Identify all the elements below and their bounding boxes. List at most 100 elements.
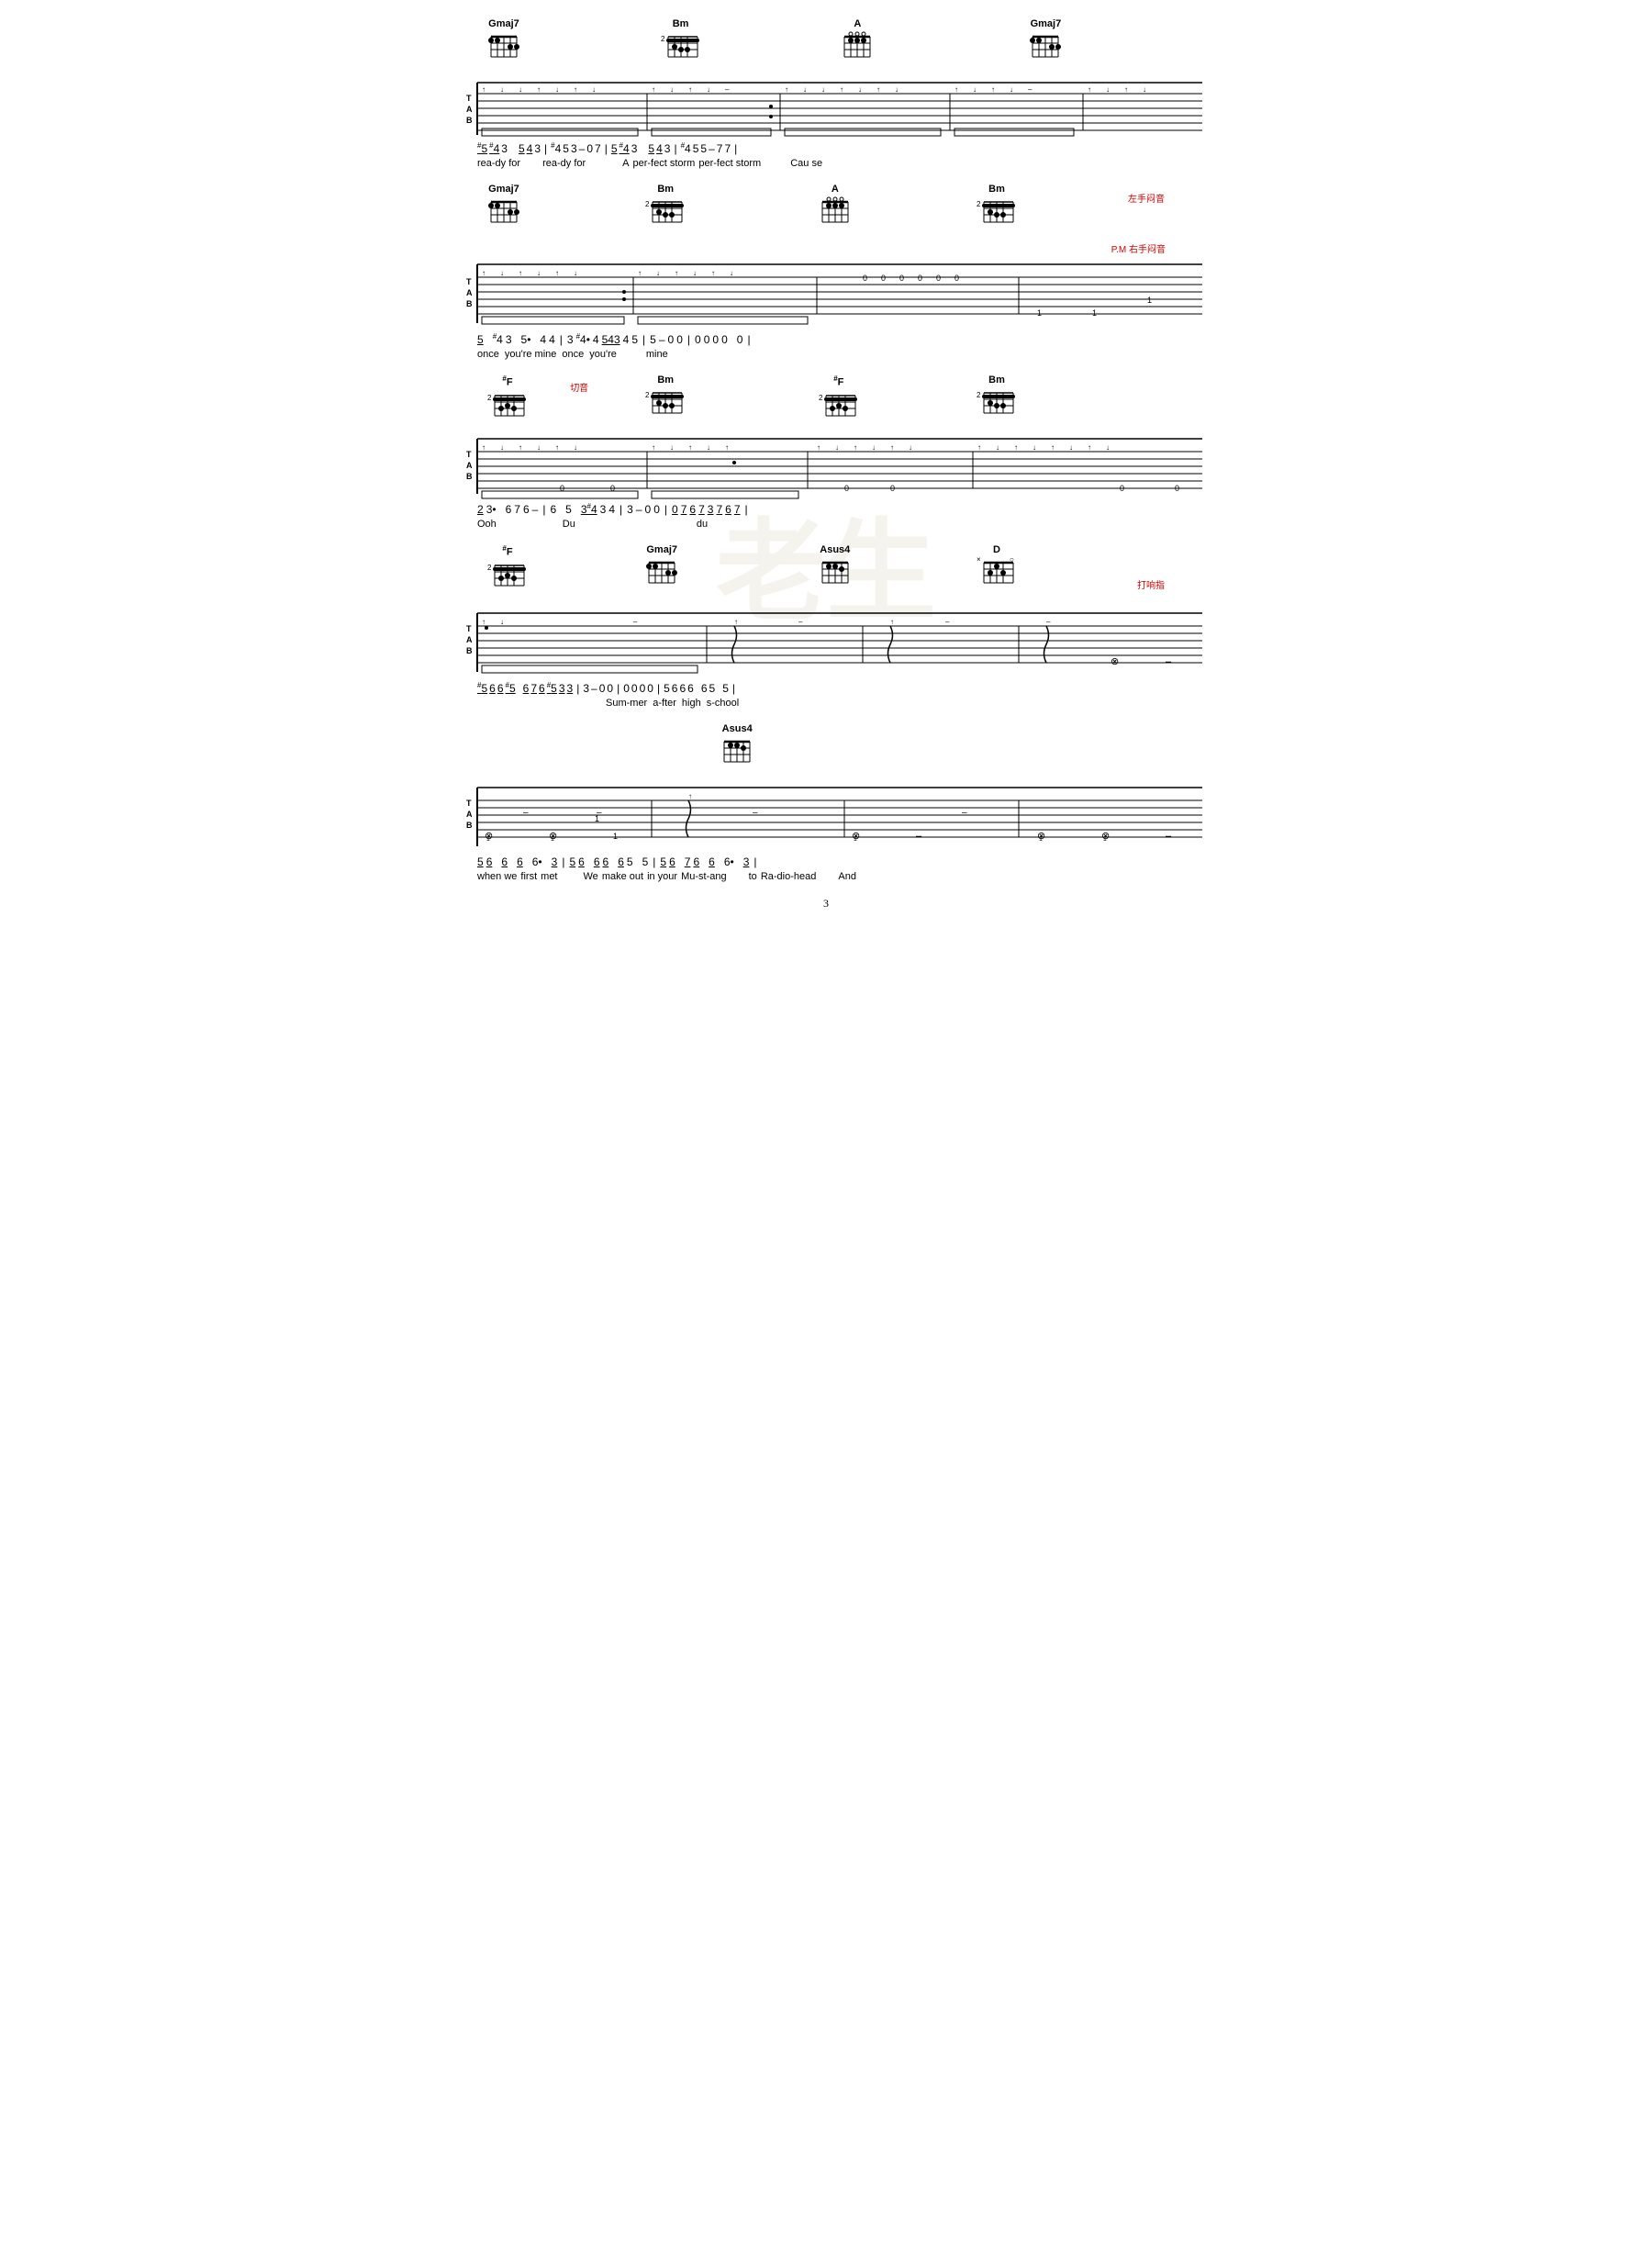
svg-text:↑: ↑ — [537, 85, 541, 94]
svg-text:↓: ↓ — [707, 85, 710, 94]
chord-f-sharp-3: #F 2 — [487, 544, 528, 589]
section-4: #F 2 — [450, 544, 1202, 714]
svg-text:↑: ↑ — [1014, 443, 1018, 452]
chord-bm-5: Bm 2 — [977, 374, 1017, 417]
svg-text:2: 2 — [645, 200, 650, 208]
svg-text:↑: ↑ — [519, 443, 522, 452]
chord-f-sharp-1: #F 2 — [487, 374, 528, 419]
svg-text:1: 1 — [1092, 308, 1097, 318]
svg-text:↑: ↑ — [711, 269, 715, 277]
svg-text:↓: ↓ — [835, 443, 839, 452]
lyrics-1: rea-dy for rea-dy for A per-fect storm p… — [450, 157, 1202, 174]
notation-4: #5 6 6 #5 6 7 6 #5 3 3 | 3 – 0 0 | 0 0 0 — [450, 679, 1202, 697]
svg-text:↑: ↑ — [638, 269, 642, 277]
chord-bm-1: Bm 2 — [661, 18, 701, 61]
chord-gmaj7-3: Gmaj7 — [487, 184, 520, 226]
svg-text:↑: ↑ — [817, 443, 820, 452]
section-1: Gmaj7 — [450, 18, 1202, 174]
svg-text:↓: ↓ — [1143, 85, 1146, 94]
svg-text:↓: ↓ — [670, 85, 674, 94]
svg-text:↑: ↑ — [675, 269, 678, 277]
svg-text:–: – — [753, 808, 758, 818]
svg-text:↑: ↑ — [555, 269, 559, 277]
svg-text:↓: ↓ — [537, 269, 541, 277]
tab-staff-3: T A B ↑ ↓ ↑ ↓ ↑ ↓ ↑ ↓ ↑ ↓ — [450, 431, 1202, 500]
svg-text:A: A — [466, 105, 473, 114]
svg-text:2: 2 — [819, 394, 823, 402]
svg-text:↑: ↑ — [725, 443, 729, 452]
svg-text:2: 2 — [487, 564, 492, 572]
svg-text:–: – — [1028, 85, 1032, 94]
chord-gmaj7-2: Gmaj7 — [1029, 18, 1062, 61]
svg-text:1: 1 — [1103, 836, 1107, 843]
svg-text:B: B — [466, 472, 473, 481]
svg-text:0: 0 — [1120, 484, 1124, 493]
svg-text:1: 1 — [1147, 296, 1152, 305]
svg-text:–: – — [1046, 618, 1051, 626]
svg-text:↓: ↓ — [803, 85, 807, 94]
pm-annotation: P.M 右手闷音 — [450, 240, 1202, 257]
svg-text:–: – — [725, 85, 730, 94]
chord-bm-2: Bm 2 — [645, 184, 686, 226]
svg-text:T: T — [466, 799, 472, 808]
svg-text:↑: ↑ — [734, 618, 738, 626]
svg-text:↓: ↓ — [1010, 85, 1013, 94]
notation-1: #5 #4 3 5 4 3 | #4 5 3 – 0 7 | 5 #4 3 5 — [450, 140, 1202, 157]
svg-text:0: 0 — [881, 274, 886, 283]
tab-staff-2: T A B ↑ ↓ ↑ ↓ ↑ ↓ ↑ ↓ ↑ — [450, 257, 1202, 330]
chord-bm-3: Bm 2 — [977, 184, 1017, 226]
svg-text:T: T — [466, 277, 472, 286]
svg-text:↑: ↑ — [482, 269, 486, 277]
svg-text:0: 0 — [954, 274, 959, 283]
qieyin-annotation: 切音 — [570, 379, 588, 396]
svg-text:×: × — [977, 555, 981, 564]
svg-text:–: – — [945, 618, 950, 626]
tab-staff-1: T A B ↑ ↓ ↓ ↑ ↓ ↑ — [450, 75, 1202, 140]
svg-text:↓: ↓ — [656, 269, 660, 277]
lyrics-4: Sum-mer a-fter high s-chool — [450, 697, 1202, 714]
svg-text:0: 0 — [890, 484, 895, 493]
svg-text:↓: ↓ — [574, 443, 577, 452]
svg-text:↑: ↑ — [652, 85, 655, 94]
svg-text:↑: ↑ — [954, 85, 958, 94]
tab-staff-4: T A B ↑ ↓ – ↑ – — [450, 606, 1202, 679]
svg-text:–: – — [523, 808, 529, 818]
svg-text:↓: ↓ — [821, 85, 825, 94]
svg-text:↓: ↓ — [909, 443, 912, 452]
svg-text:↑: ↑ — [977, 443, 981, 452]
svg-text:–: – — [962, 808, 967, 818]
svg-text:0: 0 — [1175, 484, 1179, 493]
chord-bm-4: Bm 2 — [645, 374, 686, 417]
svg-text:–: – — [633, 618, 638, 626]
chord-gmaj7-1: Gmaj7 — [487, 18, 520, 61]
svg-text:2: 2 — [487, 394, 492, 402]
svg-text:1: 1 — [1037, 308, 1042, 318]
svg-text:⊗: ⊗ — [1111, 656, 1119, 667]
sheet-music-page: 老生 Gmaj7 — [413, 0, 1239, 1124]
notation-2: 5 #4 3 5• 4 4 | 3 #4• 4 543 4 5 | 5 – 0 — [450, 330, 1202, 348]
svg-text:↓: ↓ — [537, 443, 541, 452]
lyrics-2: once you're mine once you're mine — [450, 348, 1202, 365]
svg-text:↑: ↑ — [876, 85, 880, 94]
section-3: #F 2 — [450, 374, 1202, 535]
svg-text:1: 1 — [1039, 836, 1043, 843]
svg-text:A: A — [466, 461, 473, 470]
svg-text:↓: ↓ — [519, 85, 522, 94]
svg-text:↑: ↑ — [555, 443, 559, 452]
svg-text:↓: ↓ — [500, 618, 504, 626]
tab-staff-5: T A B – – ⊗ ⊗ 1 1 — [450, 780, 1202, 854]
svg-text:↓: ↓ — [1106, 443, 1110, 452]
svg-text:↓: ↓ — [858, 85, 862, 94]
svg-text:2: 2 — [645, 391, 650, 399]
svg-text:1: 1 — [551, 836, 554, 843]
svg-text:↓: ↓ — [592, 85, 596, 94]
svg-text:2: 2 — [977, 391, 981, 399]
svg-text:2: 2 — [977, 200, 981, 208]
svg-text:↓: ↓ — [500, 85, 504, 94]
svg-text:↓: ↓ — [1069, 443, 1073, 452]
svg-text:1: 1 — [595, 814, 599, 823]
svg-text:–: – — [916, 831, 922, 842]
svg-text:0: 0 — [844, 484, 849, 493]
svg-text:↑: ↑ — [890, 618, 894, 626]
svg-text:↑: ↑ — [482, 85, 486, 94]
